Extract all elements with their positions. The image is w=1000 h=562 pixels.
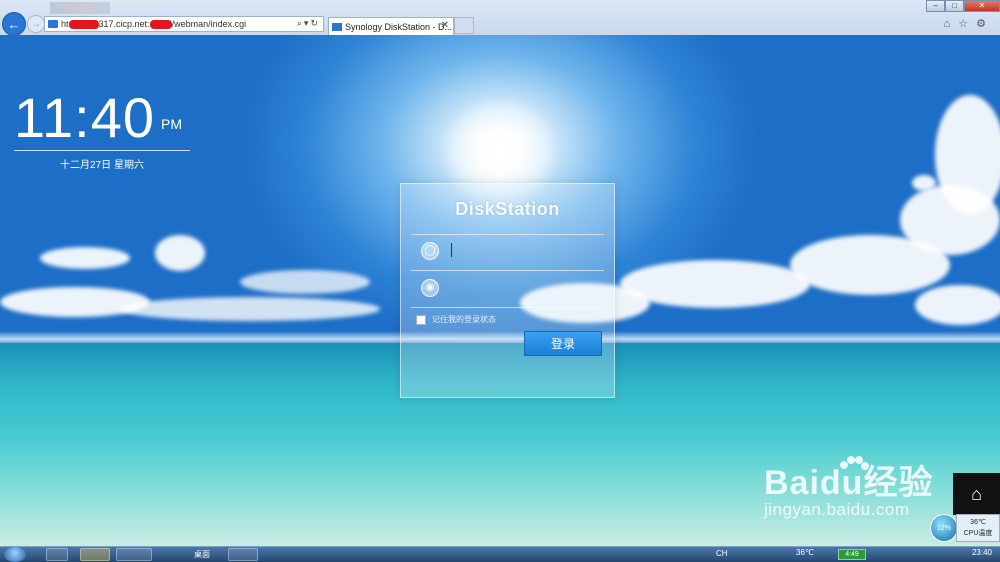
taskbar-item-desktop-app[interactable] [46,548,68,561]
watermark-badge-icon: ⌂ [953,473,1000,515]
tab-favicon-icon [332,22,342,31]
watermark-url: jingyan.baidu.com [764,500,910,519]
browser-chrome: ← → ht 317.cicp.net: /webman/index.cgi ⌕… [0,0,1000,36]
address-bar[interactable]: ht 317.cicp.net: /webman/index.cgi ⌕▾↻ [44,16,324,32]
login-panel: DiskStation ◯ ◉ 记住我的登录状态 登录 [400,183,615,398]
remember-me[interactable]: 记住我的登录状态 [416,314,496,325]
cloud [915,285,1000,325]
cpu-usage-ball: 12% [930,514,958,542]
remember-checkbox[interactable] [416,314,426,325]
new-tab-button[interactable] [454,17,474,34]
cloud [155,235,205,271]
taskbar-clock[interactable]: 23:40 [972,548,992,557]
browser-toolbar-icons: ⌂☆⚙ [944,17,994,30]
blurred-thumbnails [50,2,110,14]
clock-divider [14,150,190,151]
cloud [240,270,370,294]
user-icon: ◯ [421,242,439,260]
lock-icon: ◉ [421,279,439,297]
cpu-temp-value: 36℃ [970,519,986,526]
back-button[interactable]: ← [2,12,26,36]
minimize-button[interactable]: – [926,0,945,12]
taskbar-desktop-label[interactable]: 桌面 [194,549,210,560]
cloud [40,247,130,269]
close-window-button[interactable]: ✕ [964,0,1000,12]
cloud [120,297,380,321]
cloud [900,185,1000,255]
taskbar-item-network[interactable] [228,548,258,561]
cpu-temp-gadget: 12% 36℃ CPU温度 [930,514,1000,544]
baidu-paw-icon [840,456,869,470]
redacted-port [149,19,172,29]
diskstation-logo-text: DiskStation [455,199,560,219]
tab-close-icon[interactable]: ✕ [441,20,449,31]
clock-date: 十二月27日 星期六 [60,160,144,171]
window-controls: – □ ✕ [926,0,1000,12]
forward-button[interactable]: → [27,15,45,33]
panel-divider [411,307,604,308]
maximize-button[interactable]: □ [945,0,964,12]
taskbar-temp: 36℃ [796,548,814,557]
home-icon[interactable]: ⌂ [944,18,959,30]
cloud [912,175,936,191]
cloud [620,260,810,308]
login-button[interactable]: 登录 [524,331,602,356]
taskbar-item-ie[interactable] [116,548,152,561]
address-tools[interactable]: ⌕▾↻ [297,18,320,29]
taskbar: 桌面 CH 36℃ 4:49 23:40 [0,546,1000,562]
password-input[interactable] [447,277,611,301]
clock-ampm: PM [160,116,182,132]
username-input[interactable] [447,240,611,264]
start-button[interactable] [4,547,26,562]
redacted-url-part [68,19,99,29]
panel-divider [411,270,604,271]
taskbar-item-explorer[interactable] [80,548,110,561]
remember-label: 记住我的登录状态 [432,315,496,324]
text-caret [451,243,452,257]
lock-clock: 11:40 PM 十二月27日 星期六 [14,88,190,171]
tab-title: Synology DiskStation - D... [345,21,453,32]
panel-divider [411,234,604,235]
settings-gear-icon[interactable]: ⚙ [976,18,994,30]
site-favicon-icon [48,20,58,28]
taskbar-green-indicator[interactable]: 4:49 [838,549,866,560]
tab-diskstation[interactable]: Synology DiskStation - D... ✕ [328,17,454,35]
ime-indicator[interactable]: CH [716,549,728,558]
clock-time: 11:40 [14,86,155,149]
favorites-star-icon[interactable]: ☆ [958,18,976,30]
url-path: /webman/index.cgi [171,19,247,29]
cpu-temp-box: 36℃ CPU温度 [956,514,1000,542]
url-prefix: ht [61,19,69,29]
cpu-temp-label: CPU温度 [963,530,993,537]
url-host: 317.cicp.net: [98,19,150,29]
